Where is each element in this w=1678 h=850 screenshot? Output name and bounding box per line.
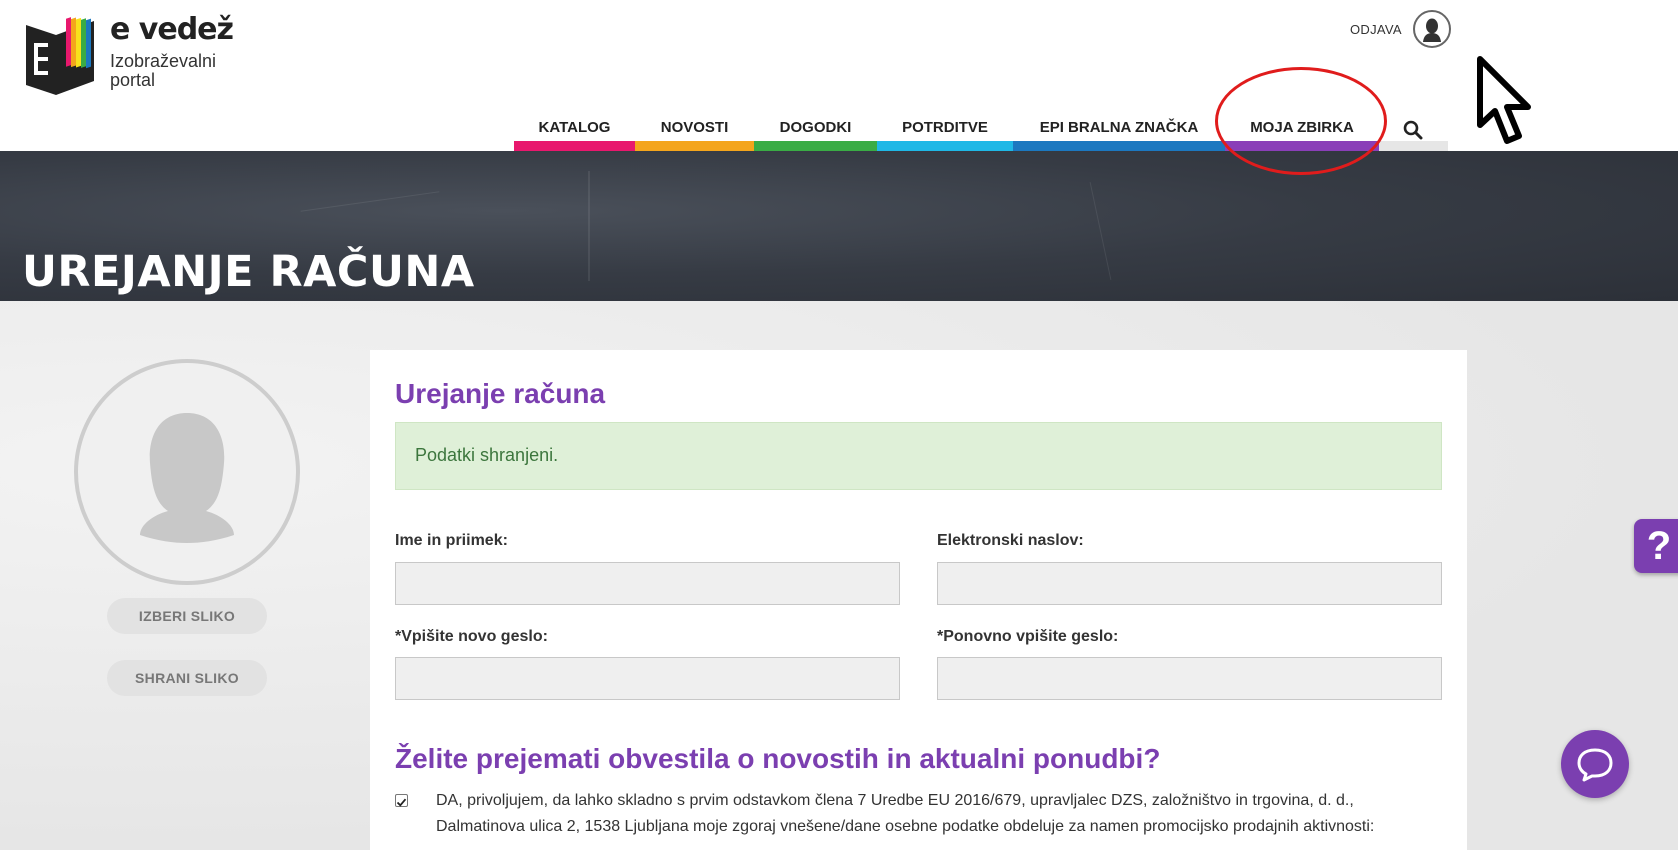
logo-subtitle-line2: portal [110,70,156,90]
page-title: UREJANJE RAČUNA [22,247,475,297]
new-password-label: *Vpišite novo geslo: [395,628,548,645]
newsletter-title: Želite prejemati obvestila o novostih in… [395,743,1161,774]
profile-picture-panel: IZBERI SLIKO SHRANI SLIKO [70,355,310,705]
site-header: e vedež Izobraževalni portal ODJAVA KATA… [0,0,1678,153]
person-silhouette-icon [140,413,234,543]
nav-item-novosti[interactable]: NOVOSTI [635,105,754,153]
user-area: ODJAVA [1278,10,1678,50]
account-form-card: Urejanje računa Podatki shranjeni. Ime i… [370,350,1467,850]
chalk-scratch [1089,181,1112,281]
nav-item-potrditve[interactable]: POTRDITVE [877,105,1013,153]
user-avatar-icon[interactable] [1413,10,1451,48]
nav-item-label: MOJA ZBIRKA [1250,119,1354,136]
nav-search-button[interactable] [1379,105,1448,153]
nav-item-katalog[interactable]: KATALOG [514,105,635,153]
chalk-scratch [300,191,440,212]
nav-item-label: KATALOG [538,119,611,136]
chat-bubble-icon [1577,748,1613,782]
nav-item-dogodki[interactable]: DOGODKI [754,105,877,153]
chat-button[interactable] [1561,730,1629,798]
repeat-password-label: *Ponovno vpišite geslo: [937,628,1119,645]
nav-item-label: NOVOSTI [660,119,729,136]
help-tab-button[interactable]: ? [1634,519,1678,573]
email-field[interactable] [937,562,1442,605]
choose-image-button[interactable]: IZBERI SLIKO [107,598,267,634]
nav-item-moja-zbirka[interactable]: MOJA ZBIRKA [1225,105,1379,153]
form-title: Urejanje računa [395,378,606,409]
site-logo[interactable]: e vedež Izobraževalni portal [22,12,242,96]
logo-subtitle: Izobraževalni portal [110,52,216,90]
book-logo-icon [26,17,94,95]
repeat-password-field[interactable] [937,657,1442,700]
chalk-scratch [588,171,590,281]
logo-subtitle-line1: Izobraževalni [110,51,217,71]
page-hero-banner: UREJANJE RAČUNA [0,151,1678,301]
nav-item-label: POTRDITVE [902,119,988,136]
nav-item-label: EPI BRALNA ZNAČKA [1039,119,1199,136]
name-label: Ime in priimek: [395,532,508,549]
checkmark-icon [396,798,407,807]
logo-title: e vedež [110,12,234,47]
consent-text: DA, privoljujem, da lahko skladno s prvi… [436,792,1375,835]
email-label: Elektronski naslov: [937,532,1084,549]
new-password-field[interactable] [395,657,900,700]
profile-avatar [74,359,300,585]
search-icon [1403,120,1423,140]
name-field[interactable] [395,562,900,605]
success-alert: Podatki shranjeni. [395,422,1442,490]
nav-item-epi-bralna-znacka[interactable]: EPI BRALNA ZNAČKA [1013,105,1225,153]
logout-link[interactable]: ODJAVA [1350,22,1402,37]
save-image-button[interactable]: SHRANI SLIKO [107,660,267,696]
nav-item-label: DOGODKI [779,119,852,136]
consent-checkbox[interactable] [395,794,408,807]
person-silhouette-icon [1423,18,1441,42]
